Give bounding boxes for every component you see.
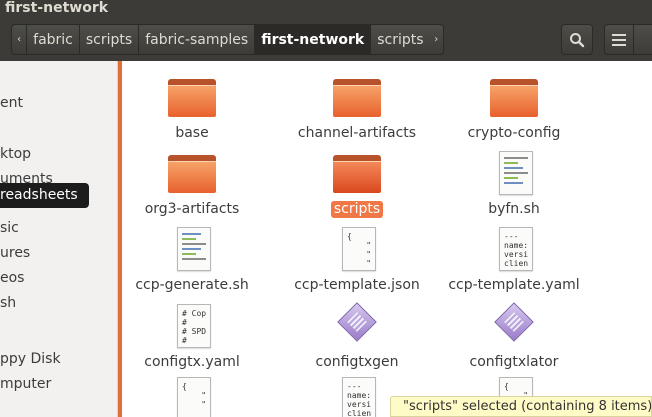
menu-button[interactable] [604, 24, 634, 55]
sidebar-item-music[interactable]: sic [0, 218, 19, 238]
text-file-icon: --- name: versi clien [333, 375, 381, 417]
view-options-button[interactable] [633, 24, 652, 55]
executable-icon [490, 302, 538, 350]
breadcrumb-first-network[interactable]: first-network [255, 25, 372, 54]
json-file-icon: { " " [168, 375, 216, 417]
file-item[interactable]: --- name: versi clien ccp-template.yaml [439, 225, 589, 294]
sidebar: ent ktop uments nloads sic ures eos sh p… [0, 61, 118, 417]
json-file-icon: { " " " [333, 225, 381, 273]
file-item[interactable]: { " " " ccp-template.json [282, 225, 432, 294]
script-file-icon [168, 225, 216, 273]
search-icon [570, 32, 585, 47]
file-name: byfn.sh [488, 201, 540, 217]
toolbar: ‹ fabric scripts fabric-samples first-ne… [0, 20, 652, 61]
back-arrow-icon[interactable]: ‹ [12, 25, 28, 54]
file-preview: { " " [182, 382, 207, 409]
file-item[interactable]: byfn.sh [439, 149, 589, 218]
file-item[interactable]: configtxlator [439, 302, 589, 371]
folder-icon [490, 73, 538, 121]
sidebar-tooltip: readsheets [0, 183, 89, 208]
search-button[interactable] [561, 24, 593, 55]
file-item[interactable]: configtxgen [282, 302, 432, 371]
file-name: ccp-template.json [294, 277, 420, 293]
sidebar-item-trash[interactable]: sh [0, 293, 16, 313]
file-name: org3-artifacts [144, 201, 240, 217]
window-title: first-network [5, 0, 109, 16]
file-item[interactable]: channel-artifacts [282, 73, 432, 142]
file-item[interactable]: org3-artifacts [122, 149, 267, 218]
executable-icon [333, 302, 381, 350]
sidebar-item-pictures[interactable]: ures [0, 243, 30, 263]
forward-arrow-icon[interactable]: › [430, 25, 443, 54]
file-preview: --- name: versi clien [347, 382, 372, 417]
sidebar-item-computer[interactable]: mputer [0, 374, 51, 394]
breadcrumb-scripts[interactable]: scripts [80, 25, 140, 54]
file-preview: # Cop # # SPD # [182, 309, 207, 345]
folder-icon [333, 149, 381, 197]
hamburger-menu-icon [612, 33, 626, 46]
title-bar: first-network [0, 0, 652, 20]
sidebar-item-desktop[interactable]: ktop [0, 144, 31, 164]
file-item[interactable]: # Cop # # SPD # configtx.yaml [122, 302, 267, 371]
tooltip-text: readsheets [0, 187, 78, 203]
file-name: configtxgen [315, 354, 399, 370]
file-item[interactable]: { " " [122, 375, 267, 417]
file-name: configtxlator [469, 354, 559, 370]
file-name: configtx.yaml [144, 354, 240, 370]
folder-icon [168, 149, 216, 197]
script-file-icon [490, 149, 538, 197]
breadcrumb-fabric-samples[interactable]: fabric-samples [139, 25, 256, 54]
file-item-selected[interactable]: scripts [282, 149, 432, 218]
file-item[interactable]: crypto-config [439, 73, 589, 142]
file-preview: { " " " [347, 232, 372, 268]
sidebar-item-recent[interactable]: ent [0, 93, 23, 113]
breadcrumb-fabric[interactable]: fabric [27, 25, 80, 54]
text-file-icon: # Cop # # SPD # [168, 302, 216, 350]
text-file-icon: --- name: versi clien [490, 225, 538, 273]
file-name: ccp-template.yaml [448, 277, 580, 293]
file-item[interactable]: base [122, 73, 267, 142]
file-name: crypto-config [467, 125, 561, 141]
file-preview: --- name: versi clien [504, 232, 529, 268]
file-name: scripts [330, 201, 384, 218]
sidebar-item-videos[interactable]: eos [0, 268, 24, 288]
folder-icon [168, 73, 216, 121]
file-grid: base channel-artifacts crypto-config org… [122, 61, 652, 417]
breadcrumb-scripts-child[interactable]: scripts [371, 25, 429, 54]
file-item[interactable]: ccp-generate.sh [122, 225, 267, 294]
file-name: channel-artifacts [297, 125, 417, 141]
breadcrumb: ‹ fabric scripts fabric-samples first-ne… [11, 24, 444, 55]
file-name: ccp-generate.sh [135, 277, 249, 293]
folder-icon [333, 73, 381, 121]
sidebar-item-floppy-disk[interactable]: ppy Disk [0, 349, 61, 369]
file-name: base [175, 125, 209, 141]
status-overlay: "scripts" selected (containing 8 items) [390, 396, 652, 417]
